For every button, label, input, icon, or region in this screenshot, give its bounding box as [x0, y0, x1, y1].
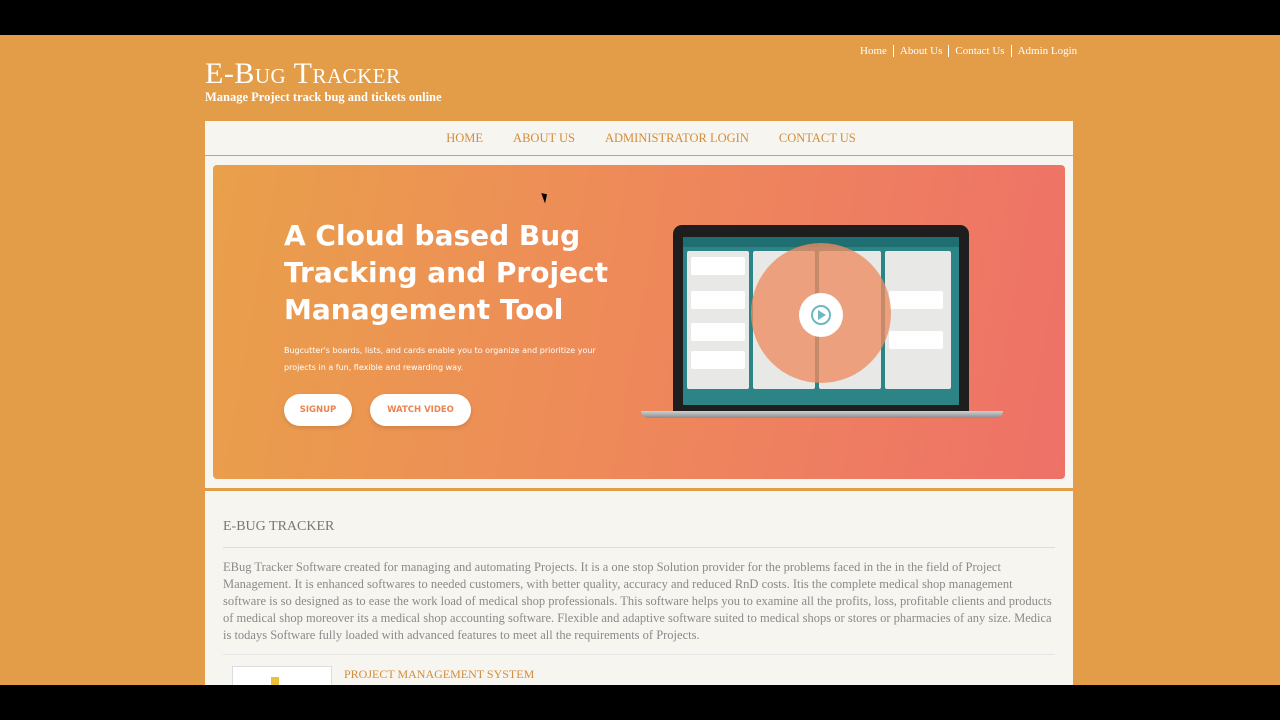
site-tagline: Manage Project track bug and tickets onl… — [205, 90, 442, 104]
board-card — [691, 351, 745, 369]
signup-button[interactable]: SIGNUP — [284, 394, 352, 426]
toplink-admin-login[interactable]: Admin Login — [1010, 45, 1084, 57]
section-heading: E-BUG TRACKER — [223, 519, 1055, 548]
feature-heading[interactable]: PROJECT MANAGEMENT SYSTEM — [344, 667, 534, 682]
board-column — [687, 251, 749, 389]
toplink-home[interactable]: Home — [860, 45, 893, 57]
feature-thumbnail — [232, 666, 332, 685]
board-card — [889, 291, 943, 309]
content-section: E-BUG TRACKER EBug Tracker Software crea… — [205, 491, 1073, 685]
app-preview — [683, 237, 959, 405]
nav-about[interactable]: ABOUT US — [513, 121, 575, 155]
board-card — [691, 291, 745, 309]
section-divider — [223, 654, 1055, 655]
nav-contact[interactable]: CONTACT US — [779, 121, 856, 155]
hero-banner: A Cloud based Bug Tracking and Project M… — [213, 165, 1065, 479]
site-logo[interactable]: E-Bug Tracker Manage Project track bug a… — [205, 57, 442, 103]
hero-heading: A Cloud based Bug Tracking and Project M… — [284, 219, 609, 326]
site-title: E-Bug Tracker — [205, 57, 401, 90]
watch-video-button[interactable]: WATCH VIDEO — [370, 394, 471, 426]
nav-admin-login[interactable]: ADMINISTRATOR LOGIN — [605, 121, 749, 155]
section-body: EBug Tracker Software created for managi… — [223, 560, 1052, 642]
laptop-mockup — [641, 225, 1003, 435]
hero-frame: A Cloud based Bug Tracking and Project M… — [205, 156, 1073, 488]
board-card — [691, 257, 745, 275]
nav-home[interactable]: HOME — [446, 121, 483, 155]
board-column — [885, 251, 951, 389]
play-circle-icon[interactable] — [799, 293, 843, 337]
board-card — [889, 331, 943, 349]
toplink-contact[interactable]: Contact Us — [948, 45, 1010, 57]
main-nav: HOME ABOUT US ADMINISTRATOR LOGIN CONTAC… — [205, 121, 1073, 158]
laptop-screen — [673, 225, 969, 411]
top-links: Home About Us Contact Us Admin Login — [860, 45, 1083, 57]
board-card — [691, 323, 745, 341]
laptop-base — [641, 411, 1003, 418]
hero-subtext: Bugcutter's boards, lists, and cards ena… — [284, 346, 596, 372]
toplink-about[interactable]: About Us — [892, 45, 948, 57]
browser-viewport: Home About Us Contact Us Admin Login E-B… — [0, 35, 1280, 685]
